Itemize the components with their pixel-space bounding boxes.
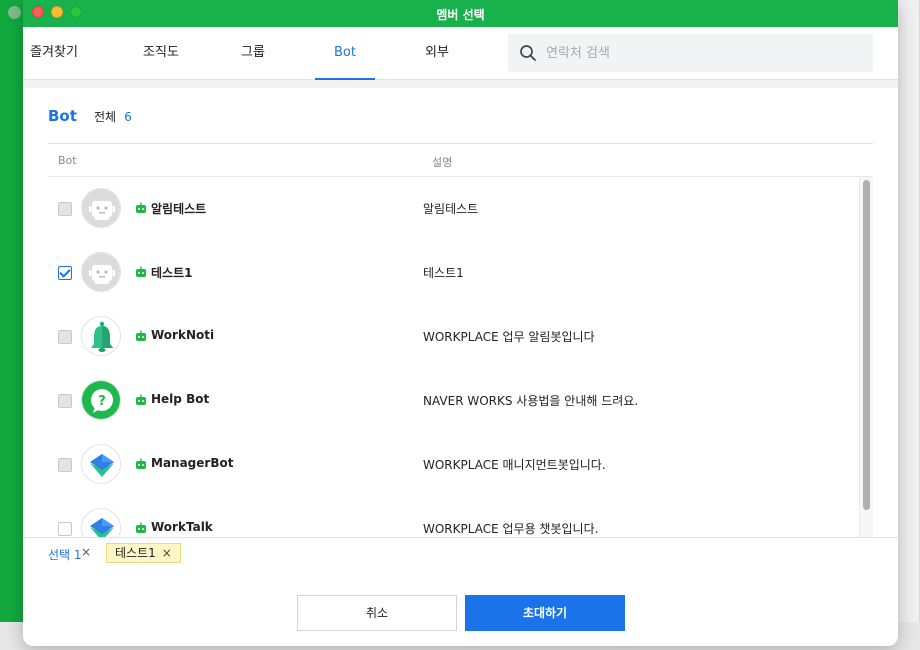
bot-name: WorkNoti [151,328,215,342]
bot-badge-icon [136,458,146,469]
search-box [508,34,873,72]
help-bubble-icon: ? [82,381,120,419]
background-edge [897,0,919,622]
section-title: Bot [48,107,77,125]
bot-avatar [81,508,121,537]
bot-row[interactable]: 알림테스트 알림테스트 [48,177,873,241]
bot-badge-icon [136,266,146,277]
row-checkbox[interactable] [58,394,72,408]
cancel-button[interactable]: 취소 [297,595,457,631]
member-select-dialog: 멤버 선택 즐겨찾기 조직도 그룹 Bot 외부 Bot 전체 6 Bot 설명 [23,0,898,646]
column-bot: Bot [58,154,77,167]
tab-external[interactable]: 외부 [417,27,457,80]
header-separator [23,80,898,88]
bot-name: Help Bot [151,392,210,406]
bot-row[interactable]: WorkNoti WORKPLACE 업무 알림봇입니다 [48,305,873,369]
robot-icon [82,253,120,291]
row-checkbox[interactable] [58,522,72,536]
bot-description: WORKPLACE 업무 알림봇입니다 [423,330,595,344]
bot-row[interactable]: ManagerBot WORKPLACE 매니지먼트봇입니다. [48,433,873,497]
bot-description: 알림테스트 [423,202,479,216]
row-checkbox[interactable] [58,266,72,280]
bot-name: 테스트1 [151,266,193,280]
clear-selection-button[interactable]: × [81,545,91,559]
row-checkbox[interactable] [58,202,72,216]
bot-description: WORKPLACE 업무용 챗봇입니다. [423,522,599,536]
bot-list: 알림테스트 알림테스트 테스트1 테스트1 WorkNoti WORKPLACE… [48,177,873,537]
bot-row[interactable]: ? Help Bot NAVER WORKS 사용법을 안내해 드려요. [48,369,873,433]
bot-badge-icon [136,394,146,405]
search-input[interactable] [546,34,866,72]
column-header: Bot 설명 [48,143,873,177]
selection-count-label: 선택 1 [48,548,82,562]
bot-badge-icon [136,522,146,533]
bot-row[interactable]: WorkTalk WORKPLACE 업무용 챗봇입니다. [48,497,873,537]
tab-bot[interactable]: Bot [315,27,375,80]
selection-bar: 선택 1 × 테스트1 × [23,537,898,569]
bot-avatar [81,188,121,228]
selected-chip: 테스트1 × [106,543,181,563]
tab-bar: 즐겨찾기 조직도 그룹 Bot 외부 [23,27,898,80]
layers-icon [82,509,120,537]
bot-row[interactable]: 테스트1 테스트1 [48,241,873,305]
bot-avatar [81,252,121,292]
robot-icon [82,189,120,227]
invite-button[interactable]: 초대하기 [465,595,625,631]
tab-group[interactable]: 그룹 [233,27,273,80]
bot-description: WORKPLACE 매니지먼트봇입니다. [423,458,606,472]
tab-favorites[interactable]: 즐겨찾기 [23,27,85,80]
bot-avatar: ? [81,380,121,420]
title-bar: 멤버 선택 [23,0,898,27]
row-checkbox[interactable] [58,458,72,472]
layers-icon [82,445,120,483]
bell-icon [82,317,120,355]
scrollbar-thumb[interactable] [863,180,870,510]
bot-description: 테스트1 [423,266,464,280]
chip-label: 테스트1 [115,546,156,560]
chip-remove-icon[interactable]: × [162,546,172,560]
bot-avatar [81,444,121,484]
total-label: 전체 [94,110,117,124]
bot-name: 알림테스트 [151,202,207,216]
section-header: Bot 전체 6 [48,106,132,126]
background-sidebar [0,0,24,622]
total-count: 6 [124,110,132,124]
bot-description: NAVER WORKS 사용법을 안내해 드려요. [423,394,639,408]
bot-avatar [81,316,121,356]
bot-name: ManagerBot [151,456,234,470]
row-checkbox[interactable] [58,330,72,344]
bot-badge-icon [136,202,146,213]
bot-name: WorkTalk [151,520,213,534]
search-icon [520,45,536,61]
column-description: 설명 [432,156,453,169]
window-title: 멤버 선택 [436,8,485,22]
bot-badge-icon [136,330,146,341]
tab-org-chart[interactable]: 조직도 [135,27,187,80]
list-scrollbar[interactable] [859,177,873,537]
svg-text:?: ? [98,394,106,409]
